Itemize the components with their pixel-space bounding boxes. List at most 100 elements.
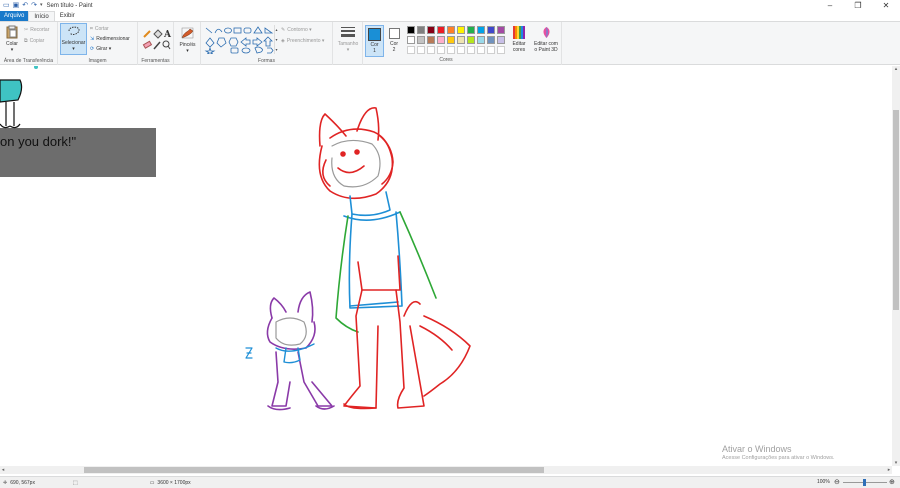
free-select-icon: [68, 26, 80, 35]
svg-text:A: A: [163, 30, 172, 40]
diamond-shape-icon: [205, 37, 215, 48]
outline-icon: ✎: [281, 27, 286, 33]
magnifier-icon: [162, 40, 171, 50]
paint-app-icon[interactable]: ▭: [3, 0, 10, 11]
color2-button[interactable]: Cor 2: [385, 25, 403, 53]
scroll-right-arrow-icon[interactable]: ▸: [886, 466, 892, 474]
tab-view[interactable]: Exibir: [55, 11, 80, 21]
copy-button[interactable]: ⧉ Copiar: [24, 38, 44, 44]
zoom-out-button[interactable]: ⊖: [834, 478, 840, 486]
custom-color-swatch[interactable]: [407, 46, 415, 54]
clipboard-icon: [6, 25, 18, 39]
character-sketch: [245, 107, 471, 411]
color-swatch[interactable]: [437, 36, 445, 44]
scroll-left-arrow-icon[interactable]: ◂: [0, 466, 6, 474]
color-swatch[interactable]: [447, 26, 455, 34]
cut-button[interactable]: ✂ Recortar: [24, 27, 49, 33]
current-colors: Cor 1 Cor 2: [363, 22, 405, 65]
color-swatch[interactable]: [477, 36, 485, 44]
line-shape-icon: [205, 27, 213, 34]
crop-button[interactable]: ⌗ Cortar: [90, 26, 109, 32]
horizontal-scroll-thumb[interactable]: [84, 467, 544, 473]
fill-button[interactable]: ◈ Preenchimento ▾: [281, 38, 324, 44]
cut-label: Recortar: [30, 27, 50, 33]
edit-paint3d-button[interactable]: Editar com o Paint 3D: [531, 26, 561, 53]
color-swatch[interactable]: [487, 26, 495, 34]
scroll-down-arrow-icon[interactable]: ▾: [892, 460, 900, 466]
window-controls: – ❐ ✕: [816, 0, 900, 11]
zoom-slider-thumb[interactable]: [863, 479, 866, 486]
window-title: Sem título - Paint: [46, 2, 93, 9]
color-swatch[interactable]: [417, 26, 425, 34]
brushes-dropdown-icon: ▾: [186, 48, 189, 54]
shapes-gallery[interactable]: [204, 26, 276, 54]
color-swatch[interactable]: [427, 26, 435, 34]
customize-icon[interactable]: ▾: [40, 0, 43, 11]
custom-color-swatch[interactable]: [477, 46, 485, 54]
custom-color-swatch[interactable]: [487, 46, 495, 54]
color-swatch[interactable]: [477, 26, 485, 34]
select-button[interactable]: Selecionar ▾: [60, 23, 87, 55]
quick-access-toolbar: ▭ ▣ ↶ ↷ ▾: [0, 0, 43, 11]
color-swatch[interactable]: [437, 26, 445, 34]
redo-icon[interactable]: ↷: [31, 0, 37, 11]
paste-button[interactable]: Colar ▾: [3, 25, 21, 53]
custom-color-swatch[interactable]: [427, 46, 435, 54]
color-swatch[interactable]: [487, 36, 495, 44]
outline-button[interactable]: ✎ Contorno ▾: [281, 27, 312, 33]
color-swatch[interactable]: [497, 26, 505, 34]
minimize-button[interactable]: –: [816, 0, 844, 11]
watermark-title: Ativar o Windows: [722, 444, 792, 454]
color-swatch[interactable]: [447, 36, 455, 44]
horizontal-scrollbar[interactable]: ◂ ▸: [0, 466, 892, 474]
custom-color-swatch[interactable]: [457, 46, 465, 54]
rotate-button[interactable]: ⟳ Girar ▾: [90, 46, 111, 52]
size-group: Tamanho ▾: [333, 22, 363, 65]
scroll-up-arrow-icon[interactable]: ▴: [892, 66, 900, 72]
custom-color-swatch[interactable]: [447, 46, 455, 54]
custom-color-swatch[interactable]: [417, 46, 425, 54]
vertical-scrollbar[interactable]: ▴ ▾: [892, 66, 900, 466]
resize-label: Redimensionar: [96, 36, 130, 42]
vertical-scroll-thumb[interactable]: [893, 110, 899, 310]
paint3d-label-2: o Paint 3D: [534, 47, 558, 53]
tab-file[interactable]: Arquivo: [0, 11, 29, 21]
image-group: Selecionar ▾ ⌗ Cortar ⇲ Redimensionar ⟳ Gir…: [58, 22, 138, 65]
drawing-canvas[interactable]: on you dork!": [0, 66, 892, 466]
color-swatch[interactable]: [427, 36, 435, 44]
color-swatch[interactable]: [497, 36, 505, 44]
rainbow-palette-icon: [513, 26, 525, 39]
color-swatch[interactable]: [457, 36, 465, 44]
fill-label: Preenchimento ▾: [286, 38, 325, 44]
resize-button[interactable]: ⇲ Redimensionar: [90, 36, 130, 42]
color-swatch[interactable]: [467, 26, 475, 34]
brushes-button[interactable]: Pincéis ▾: [176, 26, 199, 54]
zoom-in-button[interactable]: ⊕: [889, 478, 895, 486]
fill-bucket-icon: ◈: [281, 38, 285, 44]
color-swatch[interactable]: [457, 26, 465, 34]
color-swatch[interactable]: [467, 36, 475, 44]
size-button[interactable]: Tamanho ▾: [336, 26, 360, 53]
rectangle-shape-icon: [233, 27, 242, 34]
clipboard-group-label: Área de Transferência: [3, 58, 54, 64]
save-icon[interactable]: ▣: [13, 0, 20, 11]
callout-shape-icon: [230, 47, 239, 54]
maximize-button[interactable]: ❐: [844, 0, 872, 11]
undo-icon[interactable]: ↶: [22, 0, 28, 11]
shapes-scrollbar[interactable]: ▴ ▾ ▾: [274, 25, 278, 54]
color-swatch[interactable]: [407, 36, 415, 44]
right-triangle-shape-icon: [264, 27, 274, 34]
color1-button[interactable]: Cor 1: [365, 25, 384, 57]
custom-color-swatch[interactable]: [437, 46, 445, 54]
curve-shape-icon: [214, 28, 223, 34]
custom-color-swatch[interactable]: [497, 46, 505, 54]
custom-color-swatch[interactable]: [467, 46, 475, 54]
heart-shape-icon: [267, 47, 274, 54]
edit-colors-button[interactable]: Editar cores: [509, 26, 529, 53]
close-button[interactable]: ✕: [872, 0, 900, 11]
cursor-position-icon: ✛: [3, 479, 8, 486]
color-swatch[interactable]: [407, 26, 415, 34]
tab-home[interactable]: Início: [28, 11, 55, 21]
zoom-slider[interactable]: [843, 479, 887, 486]
color-swatch[interactable]: [417, 36, 425, 44]
